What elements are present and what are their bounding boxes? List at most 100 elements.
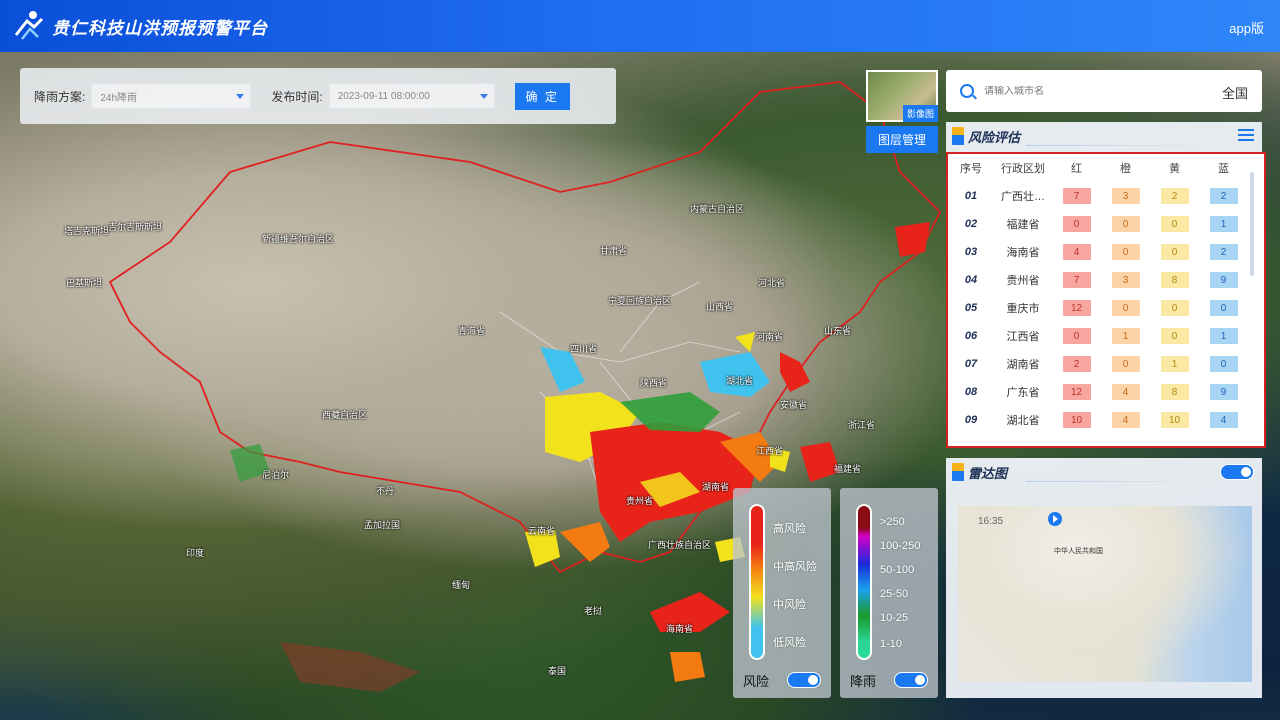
table-row[interactable]: 03 海南省 4 0 0 2 [948,238,1264,266]
map-label: 孟加拉国 [364,520,401,530]
radar-panel: 雷达图 16:35 中华人民共和国 [946,458,1262,698]
blue-count: 2 [1209,244,1238,260]
map-label: 塔吉克斯坦 [64,226,110,236]
col-header: 蓝 [1218,163,1229,175]
risk-cell: 0 [1101,244,1150,260]
map-label: 吉尔吉斯斯坦 [108,222,163,232]
rain-scheme-select[interactable]: 24h降雨 [91,83,252,109]
app-header: 贵仁科技山洪预报预警平台 app版 [0,0,1280,52]
risk-cell: 4 [1101,384,1150,400]
risk-cell: 4 [1052,244,1101,260]
table-row[interactable]: 07 湖南省 2 0 1 0 [948,350,1264,378]
rain-color-bar [856,504,872,660]
chevron-down-icon [236,94,245,99]
layer-manage-button[interactable]: 图层管理 [866,126,938,153]
risk-cell: 8 [1150,384,1199,400]
risk-assessment-panel: 风险评估 序号 行政区划 红 橙 黄 蓝 01 广西壮… 7 3 2 2 02 福建省 0 0 0 1… [946,122,1266,448]
chevron-down-icon [479,94,488,99]
red-count: 10 [1062,412,1091,428]
map-label: 甘肃省 [600,246,628,256]
risk-layer-toggle[interactable] [787,672,821,688]
risk-cell: 9 [1199,272,1248,288]
red-count: 0 [1062,328,1091,344]
city-search-input[interactable] [984,85,1184,97]
risk-cell: 2 [1199,188,1248,204]
risk-table-body: 01 广西壮… 7 3 2 2 02 福建省 0 0 0 1 03 海南省 4 0 0 2 04 贵州省 7 3 8 9 05 重… [948,182,1264,434]
map-label: 新疆维吾尔自治区 [262,234,335,244]
yellow-count: 0 [1160,216,1189,232]
map-label: 泰国 [548,666,567,676]
table-row[interactable]: 01 广西壮… 7 3 2 2 [948,182,1264,210]
orange-count: 3 [1111,188,1140,204]
app-version-link[interactable]: app版 [1229,18,1264,37]
risk-color-bar [749,504,765,660]
row-index: 05 [964,302,978,314]
map-label: 广西壮族自治区 [648,540,712,550]
legend-label: 中高风险 [773,561,817,573]
risk-cell: 1 [1150,356,1199,372]
table-row[interactable]: 08 广东省 12 4 8 9 [948,378,1264,406]
table-row[interactable]: 06 江西省 0 1 0 1 [948,322,1264,350]
risk-panel-title: 风险评估 [968,129,1021,145]
orange-count: 0 [1111,244,1140,260]
publish-time-select[interactable]: 2023-09-11 08:00:00 [328,83,495,109]
map-label: 不丹 [376,486,395,496]
risk-cell: 7 [1052,272,1101,288]
map-label: 湖北省 [726,376,754,386]
red-count: 2 [1062,356,1091,372]
table-row[interactable]: 09 湖北省 10 4 10 4 [948,406,1264,434]
region-scope[interactable]: 全国 [1222,83,1248,102]
play-icon[interactable] [1048,512,1062,526]
col-header: 橙 [1120,163,1131,175]
table-scrollbar[interactable] [1250,172,1254,276]
col-header: 行政区划 [1001,163,1045,175]
legend-label: 100-250 [880,540,921,552]
row-index: 03 [964,246,978,258]
imagery-basemap-toggle[interactable]: 影像图 [866,70,938,122]
yellow-count: 0 [1160,244,1189,260]
rain-legend: >250 100-250 50-100 25-50 10-25 1-10 降雨 [840,488,938,698]
risk-panel-header: 风险评估 [946,122,1262,150]
search-icon[interactable] [960,84,974,98]
table-row[interactable]: 02 福建省 0 0 0 1 [948,210,1264,238]
radar-toggle[interactable] [1220,464,1254,480]
risk-cell: 1 [1199,328,1248,344]
list-icon[interactable] [1238,129,1254,141]
map-label: 四川省 [570,344,598,354]
risk-cell: 0 [1150,300,1199,316]
legend-label: 25-50 [880,588,909,600]
filter-bar: 降雨方案: 24h降雨 发布时间: 2023-09-11 08:00:00 确 … [20,68,616,124]
rain-layer-toggle[interactable] [894,672,928,688]
risk-cell: 0 [1150,328,1199,344]
map-label: 安徽省 [780,400,808,410]
app-title: 贵仁科技山洪预报预警平台 [52,18,268,38]
risk-cell: 4 [1101,412,1150,428]
legend-label: 1-10 [880,638,903,650]
risk-cell: 2 [1199,244,1248,260]
radar-panel-title: 雷达图 [968,465,1008,481]
map-label: 江西省 [756,446,784,456]
orange-count: 0 [1111,216,1140,232]
rain-scheme-label: 降雨方案: [34,89,86,104]
region-name: 广东省 [1006,387,1040,399]
row-index: 02 [964,218,978,230]
risk-cell: 0 [1150,244,1199,260]
confirm-button[interactable]: 确 定 [514,82,570,110]
table-row[interactable]: 04 贵州省 7 3 8 9 [948,266,1264,294]
risk-cell: 1 [1101,328,1150,344]
radar-map[interactable]: 16:35 中华人民共和国 [958,506,1252,682]
radar-map-label: 中华人民共和国 [1054,548,1103,555]
red-count: 4 [1062,244,1091,260]
risk-cell: 0 [1199,300,1248,316]
yellow-count: 2 [1160,188,1189,204]
risk-cell: 12 [1052,300,1101,316]
region-name: 湖南省 [1006,359,1040,371]
risk-cell: 0 [1101,216,1150,232]
risk-cell: 1 [1199,216,1248,232]
table-row[interactable]: 05 重庆市 12 0 0 0 [948,294,1264,322]
col-header: 红 [1071,163,1082,175]
orange-count: 0 [1111,300,1140,316]
region-name: 江西省 [1006,331,1040,343]
yellow-count: 10 [1160,412,1189,428]
company-logo-icon [12,9,46,43]
